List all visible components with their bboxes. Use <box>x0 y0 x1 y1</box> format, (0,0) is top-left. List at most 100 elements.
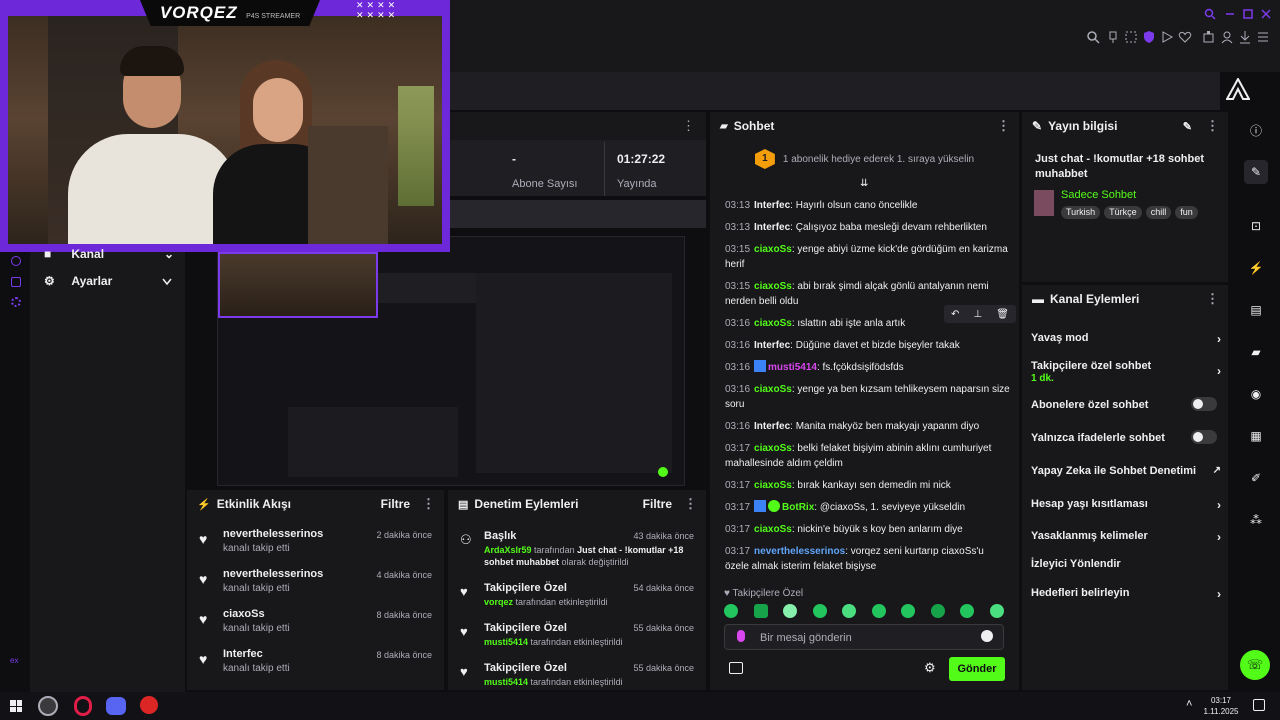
moderator-name[interactable]: vorqez <box>484 597 513 607</box>
pin-message-icon[interactable]: ⊥ <box>973 309 982 320</box>
app-icon[interactable] <box>140 696 158 714</box>
moderator-name[interactable]: musti5414 <box>484 637 528 647</box>
wrench-tool-icon[interactable]: ✐ <box>1244 466 1268 490</box>
message-user[interactable]: ciaxoSs <box>754 244 792 255</box>
category-link[interactable]: Sadece Sohbet <box>1061 189 1136 201</box>
message-user[interactable]: BotRix <box>782 502 814 513</box>
channel-action-row[interactable]: Yalnızca ifadelerle sohbet <box>1031 430 1221 446</box>
minimize-icon[interactable] <box>1224 8 1238 22</box>
nav-footer-icon[interactable]: ex <box>10 656 18 665</box>
chevron-up-icon[interactable]: ˄ <box>1186 698 1192 710</box>
emoji-icon[interactable] <box>981 630 993 642</box>
channel-actions-more-icon[interactable]: ⋮ <box>1206 291 1219 307</box>
toggle-switch[interactable] <box>1191 397 1217 411</box>
emote-icon[interactable] <box>901 604 916 618</box>
opera-icon[interactable] <box>74 696 92 716</box>
tag-chip[interactable]: fun <box>1175 206 1198 219</box>
toggle-switch[interactable] <box>1191 430 1217 444</box>
message-user[interactable]: neverthelesserinos <box>754 546 845 557</box>
info-icon[interactable]: ⓘ <box>1244 118 1268 142</box>
layout-icon[interactable]: ▦ <box>1244 424 1268 448</box>
menu-icon[interactable] <box>1256 30 1270 44</box>
activity-user[interactable]: ciaxoSs <box>223 608 265 620</box>
emote-icon[interactable] <box>753 604 768 618</box>
send-button[interactable]: Gönder <box>949 657 1005 681</box>
message-user[interactable]: Interfec <box>754 421 790 432</box>
message-user[interactable]: ciaxoSs <box>754 384 792 395</box>
activity-filter-button[interactable]: Filtre <box>381 497 410 511</box>
mic-icon[interactable] <box>737 630 745 642</box>
reply-icon[interactable]: ↶ <box>951 309 959 320</box>
channel-action-row[interactable]: Yapay Zeka ile Sohbet Denetimi ↗ <box>1031 465 1221 479</box>
extensions-icon[interactable] <box>1202 30 1216 44</box>
tag-chip[interactable]: chill <box>1145 206 1172 219</box>
community-icon[interactable] <box>11 277 21 287</box>
emote-icon[interactable] <box>989 604 1004 618</box>
discord-icon[interactable] <box>106 697 126 715</box>
message-user[interactable]: ciaxoSs <box>754 443 792 454</box>
channel-action-row[interactable]: Yavaş mod › <box>1031 332 1221 346</box>
screenshot-icon[interactable] <box>1124 30 1138 44</box>
lightning-icon[interactable]: ⚡ <box>1244 256 1268 280</box>
clock[interactable]: 03:17 1.11.2025 <box>1200 695 1242 717</box>
message-user[interactable]: ciaxoSs <box>754 524 792 535</box>
emote-icon[interactable] <box>783 604 798 618</box>
emote-icon[interactable] <box>812 604 827 618</box>
delete-icon[interactable]: 🗑 <box>996 309 1009 320</box>
play-icon[interactable] <box>1160 30 1174 44</box>
store-icon[interactable] <box>729 662 743 674</box>
scroll-down-icon[interactable]: ⇊ <box>860 178 868 189</box>
tag-chip[interactable]: Turkish <box>1061 206 1101 219</box>
message-user[interactable]: ciaxoSs <box>754 318 792 329</box>
notes-icon[interactable]: ▤ <box>1244 298 1268 322</box>
close-window-icon[interactable] <box>1260 8 1274 22</box>
emote-icon[interactable] <box>724 604 738 618</box>
maximize-icon[interactable] <box>1242 8 1256 22</box>
edit-icon[interactable]: ✎ <box>1183 120 1192 133</box>
broadcast-icon[interactable]: ◉ <box>1244 382 1268 406</box>
activity-user[interactable]: neverthelesserinos <box>223 528 323 540</box>
channel-action-row[interactable]: Hedefleri belirleyin › <box>1031 587 1221 601</box>
message-user[interactable]: Interfec <box>754 222 790 233</box>
activity-user[interactable]: neverthelesserinos <box>223 568 323 580</box>
shield-extension-icon[interactable] <box>1142 30 1156 44</box>
chat-input[interactable]: Bir mesaj gönderin <box>724 624 1004 650</box>
edit-tool-icon[interactable]: ✎ <box>1244 160 1268 184</box>
pin-icon[interactable] <box>1106 30 1120 44</box>
history-icon[interactable] <box>11 256 21 266</box>
message-user[interactable]: ciaxoSs <box>754 281 792 292</box>
obs-icon[interactable] <box>38 696 58 716</box>
zoom-icon[interactable] <box>1086 30 1100 44</box>
channel-action-row[interactable]: Hesap yaşı kısıtlaması › <box>1031 498 1221 512</box>
emote-icon[interactable] <box>842 604 857 618</box>
download-icon[interactable] <box>1238 30 1252 44</box>
chat-settings-icon[interactable]: ⚙ <box>924 660 936 676</box>
profile-icon[interactable] <box>1220 30 1234 44</box>
notification-icon[interactable] <box>1253 699 1265 711</box>
moderation-more-icon[interactable]: ⋮ <box>684 496 697 512</box>
moderator-name[interactable]: ArdaXslr59 <box>484 545 532 555</box>
moderator-name[interactable]: musti5414 <box>484 677 528 687</box>
sidebar-item-ayarlar[interactable]: ⚙ Ayarlar <box>44 274 174 294</box>
message-user[interactable]: Interfec <box>754 340 790 351</box>
sidebar-item-kanal[interactable]: ■ Kanal ⌄ <box>44 247 174 263</box>
windows-start-icon[interactable] <box>10 700 22 712</box>
settings-gear-icon[interactable] <box>11 297 21 307</box>
channel-action-row[interactable]: Abonelere özel sohbet <box>1031 397 1221 413</box>
channel-action-row[interactable]: İzleyici Yönlendir <box>1031 558 1221 572</box>
support-icon[interactable]: ☏ <box>1240 650 1270 680</box>
emote-icon[interactable] <box>871 604 886 618</box>
activity-user[interactable]: Interfec <box>223 648 263 660</box>
message-user[interactable]: ciaxoSs <box>754 480 792 491</box>
search-icon[interactable] <box>1204 8 1218 22</box>
activity-more-icon[interactable]: ⋮ <box>422 496 435 512</box>
scan-icon[interactable]: ⊡ <box>1244 214 1268 238</box>
channel-action-row[interactable]: Yasaklanmış kelimeler › <box>1031 530 1221 544</box>
message-user[interactable]: musti5414 <box>768 362 817 373</box>
chat-more-icon[interactable]: ⋮ <box>997 118 1010 134</box>
channel-action-row[interactable]: Takipçilere özel sohbet 1 dk. › <box>1031 360 1221 384</box>
emote-icon[interactable] <box>930 604 945 618</box>
stream-info-more-icon[interactable]: ⋮ <box>1206 118 1219 134</box>
moderation-filter-button[interactable]: Filtre <box>643 497 672 511</box>
chat-tool-icon[interactable]: ▰ <box>1244 340 1268 364</box>
